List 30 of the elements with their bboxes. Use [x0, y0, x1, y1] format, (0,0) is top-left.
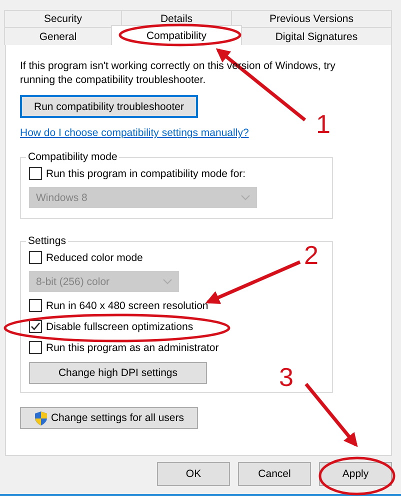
troubleshooter-button[interactable]: Run compatibility troubleshooter: [20, 95, 198, 118]
checkbox-label[interactable]: Reduced color mode: [46, 252, 143, 264]
help-link[interactable]: How do I choose compatibility settings manually?: [20, 127, 249, 139]
tab[interactable]: Previous Versions: [231, 10, 392, 27]
dialog-button[interactable]: Cancel: [238, 462, 311, 486]
shield-icon: [34, 410, 48, 426]
tab[interactable]: Digital Signatures: [241, 27, 392, 45]
checkbox-label[interactable]: Run in 640 x 480 screen resolution: [46, 300, 208, 312]
dpi-settings-button[interactable]: Change high DPI settings: [29, 362, 207, 384]
group-title: Compatibility mode: [27, 151, 118, 163]
annotation-arrow: [304, 382, 358, 448]
annotation-number: 2: [304, 240, 318, 270]
chevron-icon: [241, 194, 250, 200]
dialog-button[interactable]: OK: [157, 462, 230, 486]
tab[interactable]: Security: [4, 10, 122, 27]
checkbox[interactable]: [29, 251, 42, 264]
change-settings-button[interactable]: Change settings for all users: [20, 407, 198, 429]
group-title: Settings: [27, 235, 67, 247]
checkbox[interactable]: [29, 341, 42, 354]
chevron-icon: [163, 278, 172, 284]
checkbox-label[interactable]: Run this program as an administrator: [46, 342, 219, 354]
checkbox-label[interactable]: Run this program in compatibility mode for:: [46, 168, 246, 180]
checkbox[interactable]: [29, 320, 42, 333]
annotation-number: 1: [316, 109, 330, 139]
checkbox[interactable]: [29, 167, 42, 180]
tab[interactable]: General: [4, 27, 112, 45]
dialog-button[interactable]: Apply: [319, 462, 392, 486]
checkbox-label[interactable]: Disable fullscreen optimizations: [46, 320, 194, 332]
checkbox[interactable]: [29, 299, 42, 312]
annotation-number: 3: [279, 362, 294, 392]
